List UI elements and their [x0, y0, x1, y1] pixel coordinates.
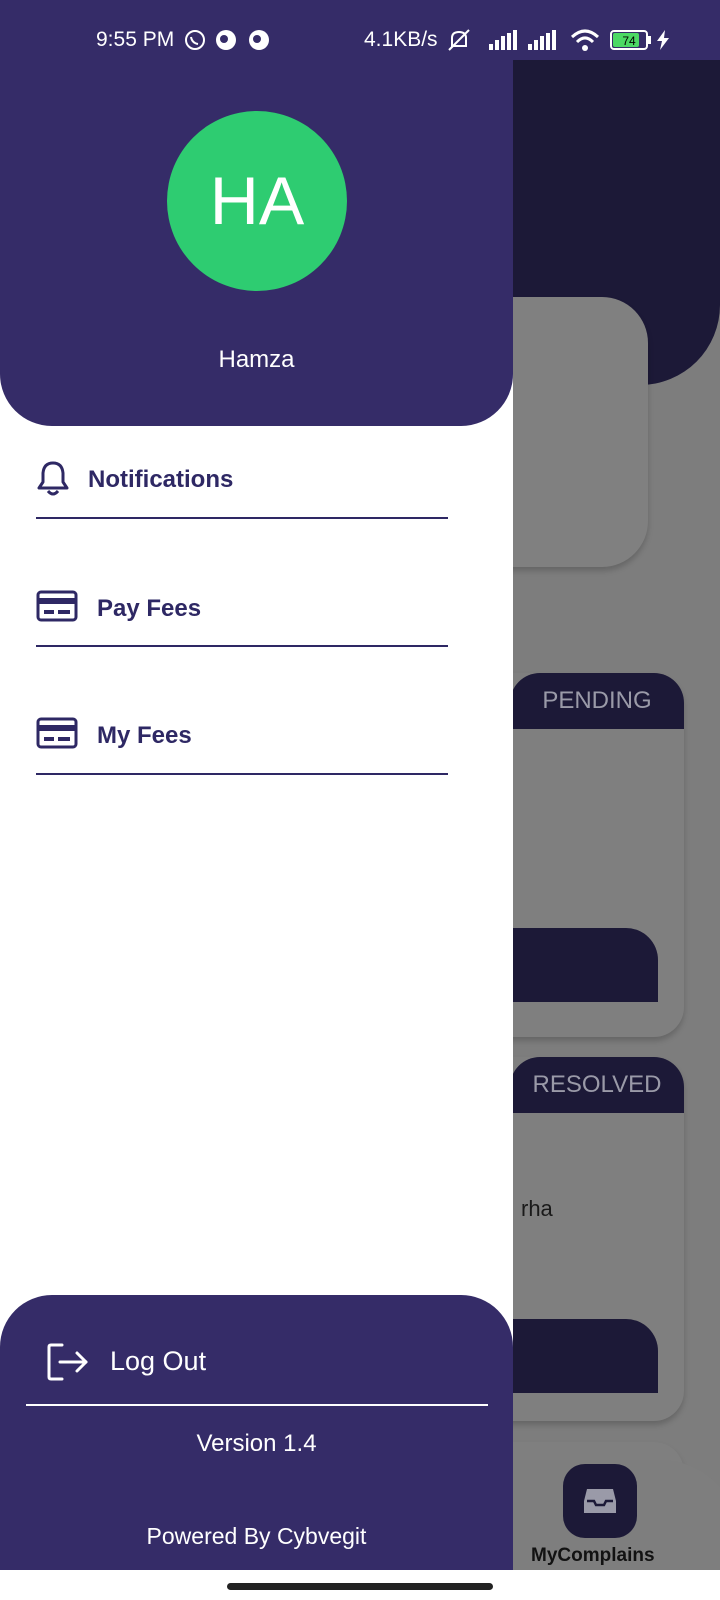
wifi-icon [570, 29, 600, 51]
menu-item-my-fees[interactable]: My Fees [36, 708, 448, 768]
signal-icon [528, 30, 556, 50]
bottom-nav-label: MyComplains [531, 1545, 655, 1566]
status-badge: RESOLVED [510, 1057, 684, 1113]
signal-icon [489, 30, 517, 50]
mute-icon [448, 29, 470, 51]
status-bar: 9:55 PM 4.1KB/s 74 [0, 0, 720, 60]
menu-item-label: Pay Fees [97, 595, 202, 622]
avatar[interactable]: HA [167, 111, 347, 291]
menu-item-notifications[interactable]: Notifications [36, 452, 448, 512]
divider [26, 1404, 488, 1406]
navigation-drawer: HA Hamza Notifications Pay Fees My Fees … [0, 0, 513, 1570]
charging-icon [657, 30, 669, 50]
menu-item-label: My Fees [97, 722, 192, 749]
logout-button[interactable]: Log Out [46, 1336, 346, 1388]
powered-by-text: Powered By Cybvegit [146, 1523, 367, 1549]
network-speed: 4.1KB/s [364, 28, 438, 51]
home-gesture-handle[interactable] [227, 1583, 493, 1590]
bell-icon [37, 461, 69, 496]
divider [36, 773, 448, 775]
version-text: Version 1.4 [196, 1430, 317, 1457]
divider [36, 517, 448, 519]
screen: s PENDING RESOLVED rha MyComplains 9:55 … [0, 0, 720, 1600]
menu-item-pay-fees[interactable]: Pay Fees [36, 581, 448, 641]
menu-item-label: Notifications [88, 466, 234, 493]
logout-icon [47, 1343, 88, 1381]
whatsapp-icon [185, 30, 205, 50]
battery-icon: 74 [610, 30, 651, 50]
complaint-card-text: rha [521, 1196, 553, 1221]
logout-label: Log Out [110, 1346, 207, 1376]
drawer-header: HA Hamza [0, 0, 513, 426]
user-name: Hamza [218, 346, 295, 373]
battery-level: 74 [622, 34, 636, 48]
card-icon [36, 590, 78, 622]
card-icon [36, 717, 78, 749]
my-complains-nav-button [563, 1464, 637, 1538]
divider [36, 645, 448, 647]
inbox-icon [584, 1489, 616, 1513]
status-time: 9:55 PM [96, 28, 175, 51]
app-notification-icon [249, 30, 269, 50]
app-notification-icon [216, 30, 236, 50]
status-badge: PENDING [510, 673, 684, 729]
